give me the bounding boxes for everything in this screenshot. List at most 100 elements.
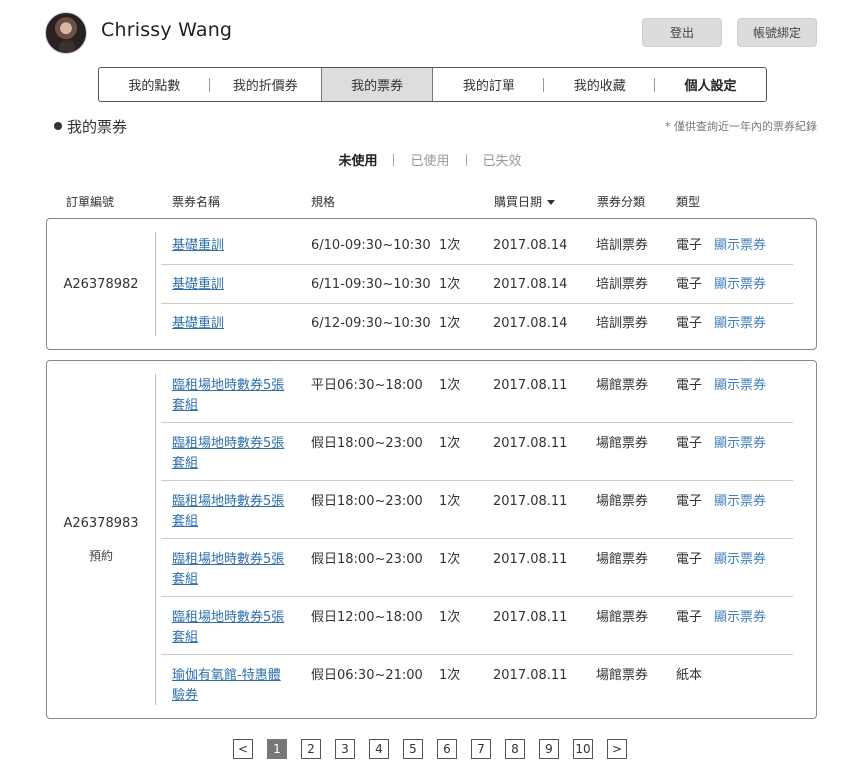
ticket-category: 場館票券 <box>596 436 649 451</box>
ticket-spec: 假日06:30~21:00 <box>311 668 423 683</box>
filter-divider <box>465 153 467 166</box>
ticket-type: 電子 <box>676 316 703 331</box>
show-ticket-link[interactable]: 顯示票券 <box>714 434 766 454</box>
tab-tickets[interactable]: 我的票券 <box>320 68 434 101</box>
user-name: Chrissy Wang <box>101 19 233 41</box>
page-7-button[interactable]: 7 <box>471 739 491 759</box>
ticket-category: 場館票券 <box>596 378 649 393</box>
page-4-button[interactable]: 4 <box>369 739 389 759</box>
order-info: A26378983 預約 <box>47 361 155 718</box>
ticket-type: 電子 <box>676 552 703 567</box>
page-9-button[interactable]: 9 <box>539 739 559 759</box>
ticket-name-link[interactable]: 臨租場地時數券5張套組 <box>172 376 290 416</box>
ticket-date: 2017.08.11 <box>493 378 568 393</box>
ticket-name-link[interactable]: 基礎重訓 <box>172 275 290 295</box>
column-type: 類型 <box>676 195 701 209</box>
ticket-spec: 6/11-09:30~10:30 <box>311 277 431 292</box>
ticket-row: 基礎重訓 6/12-09:30~10:30 1次 2017.08.14 培訓票券… <box>161 314 793 338</box>
logout-button[interactable]: 登出 <box>642 18 722 47</box>
ticket-qty: 1次 <box>439 436 461 451</box>
ticket-row: 基礎重訓 6/11-09:30~10:30 1次 2017.08.14 培訓票券… <box>161 275 793 304</box>
member-tabs: 我的點數 我的折價券 我的票券 我的訂單 我的收藏 個人設定 <box>98 67 767 102</box>
ticket-spec: 6/10-09:30~10:30 <box>311 238 431 253</box>
ticket-category: 培訓票券 <box>596 277 649 292</box>
ticket-name-link[interactable]: 瑜伽有氧館-特惠體驗券 <box>172 666 290 706</box>
ticket-row: 臨租場地時數券5張套組 假日18:00~23:00 1次 2017.08.11 … <box>161 492 793 539</box>
filter-unused[interactable]: 未使用 <box>334 150 381 169</box>
show-ticket-link[interactable]: 顯示票券 <box>714 492 766 512</box>
ticket-row: 臨租場地時數券5張套組 假日18:00~23:00 1次 2017.08.11 … <box>161 434 793 481</box>
ticket-name-link[interactable]: 臨租場地時數券5張套組 <box>172 608 290 648</box>
tab-favorites[interactable]: 我的收藏 <box>544 68 655 101</box>
ticket-category: 培訓票券 <box>596 316 649 331</box>
show-ticket-link[interactable]: 顯示票券 <box>714 550 766 570</box>
ticket-name-link[interactable]: 臨租場地時數券5張套組 <box>172 492 290 532</box>
ticket-type: 紙本 <box>676 668 703 683</box>
ticket-qty: 1次 <box>439 316 461 331</box>
ticket-row: 臨租場地時數券5張套組 假日12:00~18:00 1次 2017.08.11 … <box>161 608 793 655</box>
ticket-type: 電子 <box>676 494 703 509</box>
ticket-type: 電子 <box>676 238 703 253</box>
show-ticket-link[interactable]: 顯示票券 <box>714 236 766 256</box>
ticket-qty: 1次 <box>439 238 461 253</box>
page-6-button[interactable]: 6 <box>437 739 457 759</box>
pagination: < 1 2 3 4 5 6 7 8 9 10 > <box>0 739 860 759</box>
column-purchase-date[interactable]: 購買日期 <box>494 193 556 210</box>
show-ticket-link[interactable]: 顯示票券 <box>714 275 766 295</box>
ticket-name-link[interactable]: 臨租場地時數券5張套組 <box>172 434 290 474</box>
sort-down-icon <box>547 200 556 205</box>
ticket-date: 2017.08.11 <box>493 436 568 451</box>
ticket-qty: 1次 <box>439 668 461 683</box>
page-10-button[interactable]: 10 <box>573 739 593 759</box>
ticket-qty: 1次 <box>439 277 461 292</box>
ticket-row: 瑜伽有氧館-特惠體驗券 假日06:30~21:00 1次 2017.08.11 … <box>161 666 793 710</box>
column-ticket-name: 票券名稱 <box>172 195 221 209</box>
tab-coupons[interactable]: 我的折價券 <box>210 68 321 101</box>
ticket-category: 場館票券 <box>596 552 649 567</box>
tab-points[interactable]: 我的點數 <box>99 68 210 101</box>
ticket-date: 2017.08.11 <box>493 610 568 625</box>
filter-divider <box>393 153 395 166</box>
ticket-name-link[interactable]: 基礎重訓 <box>172 314 290 334</box>
next-page-button[interactable]: > <box>607 739 627 759</box>
bullet-icon <box>54 122 62 130</box>
ticket-category: 場館票券 <box>596 610 649 625</box>
ticket-type: 電子 <box>676 277 703 292</box>
ticket-qty: 1次 <box>439 378 461 393</box>
ticket-type: 電子 <box>676 610 703 625</box>
ticket-category: 培訓票券 <box>596 238 649 253</box>
show-ticket-link[interactable]: 顯示票券 <box>714 608 766 628</box>
ticket-spec: 假日18:00~23:00 <box>311 436 423 451</box>
page-3-button[interactable]: 3 <box>335 739 355 759</box>
page-8-button[interactable]: 8 <box>505 739 525 759</box>
section-note: * 僅供查詢近一年內的票券紀錄 <box>665 120 817 133</box>
page-1-button[interactable]: 1 <box>267 739 287 759</box>
tab-settings[interactable]: 個人設定 <box>655 68 766 101</box>
ticket-date: 2017.08.11 <box>493 668 568 683</box>
ticket-name-link[interactable]: 基礎重訓 <box>172 236 290 256</box>
ticket-spec: 平日06:30~18:00 <box>311 378 423 393</box>
ticket-date: 2017.08.14 <box>493 238 568 253</box>
section-title: 我的票券 <box>67 118 128 136</box>
filter-expired[interactable]: 已失效 <box>479 150 526 169</box>
ticket-name-link[interactable]: 臨租場地時數券5張套組 <box>172 550 290 590</box>
ticket-date: 2017.08.14 <box>493 277 568 292</box>
order-card: A26378982 基礎重訓 6/10-09:30~10:30 1次 2017.… <box>46 218 817 350</box>
order-card: A26378983 預約 臨租場地時數券5張套組 平日06:30~18:00 1… <box>46 360 817 719</box>
show-ticket-link[interactable]: 顯示票券 <box>714 376 766 396</box>
column-order-no: 訂單編號 <box>66 195 115 209</box>
ticket-qty: 1次 <box>439 610 461 625</box>
prev-page-button[interactable]: < <box>233 739 253 759</box>
ticket-category: 場館票券 <box>596 494 649 509</box>
account-binding-button[interactable]: 帳號綁定 <box>737 18 817 47</box>
ticket-qty: 1次 <box>439 552 461 567</box>
ticket-row: 臨租場地時數券5張套組 平日06:30~18:00 1次 2017.08.11 … <box>161 376 793 423</box>
ticket-row: 臨租場地時數券5張套組 假日18:00~23:00 1次 2017.08.11 … <box>161 550 793 597</box>
tab-orders[interactable]: 我的訂單 <box>433 68 545 101</box>
page-5-button[interactable]: 5 <box>403 739 423 759</box>
page-2-button[interactable]: 2 <box>301 739 321 759</box>
filter-used[interactable]: 已使用 <box>406 150 453 169</box>
column-spec: 規格 <box>311 195 336 209</box>
show-ticket-link[interactable]: 顯示票券 <box>714 314 766 334</box>
order-id: A26378982 <box>63 276 139 292</box>
